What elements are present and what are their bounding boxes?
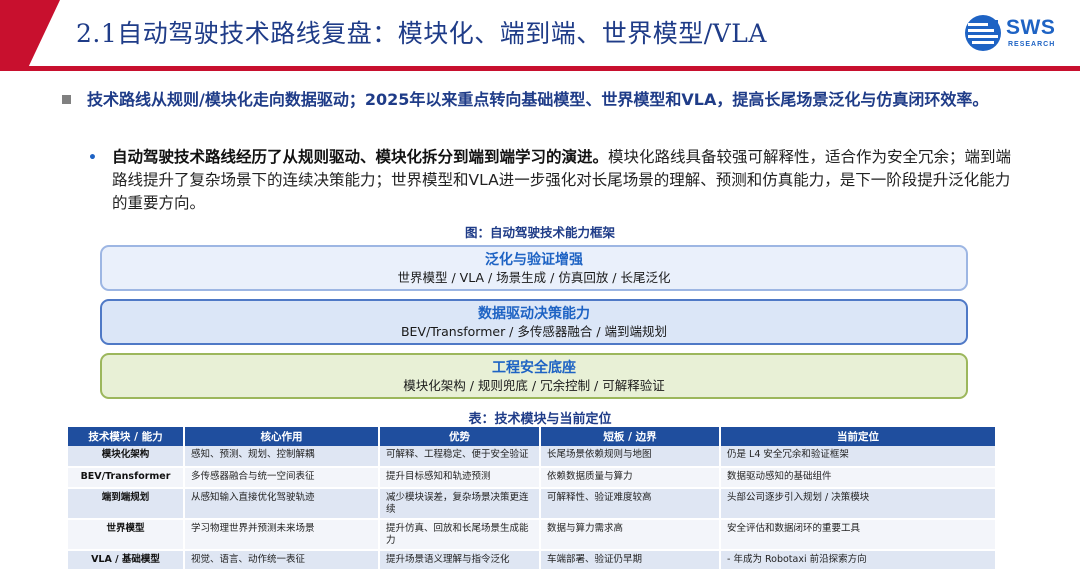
table-cell: 减少模块误差，复杂场景决策更连续 bbox=[379, 488, 541, 520]
table-cell: VLA / 基础模型 bbox=[68, 550, 185, 569]
main-bullet: 技术路线从规则/模块化走向数据驱动；2025年以来重点转向基础模型、世界模型和V… bbox=[62, 89, 1032, 111]
sws-logo-icon bbox=[965, 15, 1001, 51]
layer-description: 模块化架构 / 规则兜底 / 冗余控制 / 可解释验证 bbox=[403, 378, 665, 393]
table-cell: 提升目标感知和轨迹预测 bbox=[379, 467, 541, 489]
dot-bullet-icon: • bbox=[88, 150, 97, 166]
table-cell: 视觉、语言、动作统一表征 bbox=[184, 550, 380, 569]
table-row: VLA / 基础模型 视觉、语言、动作统一表征 提升场景语义理解与指令泛化 车端… bbox=[68, 550, 997, 569]
framework-layer-data-driven: 数据驱动决策能力 BEV/Transformer / 多传感器融合 / 端到端规… bbox=[100, 299, 968, 345]
layer-description: BEV/Transformer / 多传感器融合 / 端到端规划 bbox=[400, 324, 668, 339]
table-cell: 数据与算力需求高 bbox=[540, 519, 721, 551]
sub-bullet-bold: 自动驾驶技术路线经历了从规则驱动、模块化拆分到端到端学习的演进。 bbox=[112, 148, 609, 166]
table-row: 世界模型 学习物理世界并预测未来场景 提升仿真、回放和长尾场景生成能力 数据与算… bbox=[68, 519, 997, 551]
table-cell: 提升场景语义理解与指令泛化 bbox=[379, 550, 541, 569]
table-cell: 长尾场景依赖规则与地图 bbox=[540, 446, 721, 468]
table-cell: 多传感器融合与统一空间表征 bbox=[184, 467, 380, 489]
table-cell: 提升仿真、回放和长尾场景生成能力 bbox=[379, 519, 541, 551]
column-header: 技术模块 / 能力 bbox=[68, 427, 185, 446]
layer-title: 泛化与验证增强 bbox=[485, 252, 583, 268]
layer-title: 数据驱动决策能力 bbox=[478, 306, 590, 322]
tech-module-table: 技术模块 / 能力 核心作用 优势 短板 / 边界 当前定位 模块化架构 感知、… bbox=[68, 427, 997, 569]
framework-layer-generalization: 泛化与验证增强 世界模型 / VLA / 场景生成 / 仿真回放 / 长尾泛化 bbox=[100, 245, 968, 291]
table-cell: 学习物理世界并预测未来场景 bbox=[184, 519, 380, 551]
figure-caption: 图：自动驾驶技术能力框架 bbox=[464, 225, 615, 240]
table-row: 端到端规划 从感知输入直接优化驾驶轨迹 减少模块误差，复杂场景决策更连续 可解释… bbox=[68, 488, 997, 520]
table-cell: - 年成为 Robotaxi 前沿探索方向 bbox=[720, 550, 997, 569]
header-divider bbox=[0, 66, 1080, 71]
table-cell: 仍是 L4 安全冗余和验证框架 bbox=[720, 446, 997, 468]
header-red-accent bbox=[0, 0, 60, 70]
sws-logo: SWS RESEARCH bbox=[964, 12, 1064, 56]
table-cell: 车端部署、验证仍早期 bbox=[540, 550, 721, 569]
table-cell: 从感知输入直接优化驾驶轨迹 bbox=[184, 488, 380, 520]
column-header: 当前定位 bbox=[720, 427, 997, 446]
logo-subtext: RESEARCH bbox=[1008, 41, 1056, 48]
slide-header: 2.1自动驾驶技术路线复盘：模块化、端到端、世界模型/VLA SWS RESEA… bbox=[0, 0, 1080, 71]
framework-layer-engineering-safety: 工程安全底座 模块化架构 / 规则兜底 / 冗余控制 / 可解释验证 bbox=[100, 353, 968, 399]
column-header: 优势 bbox=[379, 427, 541, 446]
layer-description: 世界模型 / VLA / 场景生成 / 仿真回放 / 长尾泛化 bbox=[397, 270, 671, 285]
table-header-row: 技术模块 / 能力 核心作用 优势 短板 / 边界 当前定位 bbox=[68, 427, 997, 446]
table-cell: 头部公司逐步引入规划 / 决策模块 bbox=[720, 488, 997, 520]
table-cell: 世界模型 bbox=[68, 519, 185, 551]
table-cell: 感知、预测、规划、控制解耦 bbox=[184, 446, 380, 468]
table-cell: 可解释性、验证难度较高 bbox=[540, 488, 721, 520]
slide-title: 2.1自动驾驶技术路线复盘：模块化、端到端、世界模型/VLA bbox=[76, 19, 767, 48]
table-cell: 安全评估和数据闭环的重要工具 bbox=[720, 519, 997, 551]
table-cell: 数据驱动感知的基础组件 bbox=[720, 467, 997, 489]
table-row: BEV/Transformer 多传感器融合与统一空间表征 提升目标感知和轨迹预… bbox=[68, 467, 997, 489]
square-bullet-icon bbox=[62, 95, 71, 104]
layer-title: 工程安全底座 bbox=[492, 360, 576, 376]
table-cell: 可解释、工程稳定、便于安全验证 bbox=[379, 446, 541, 468]
column-header: 短板 / 边界 bbox=[540, 427, 721, 446]
sub-bullet-text: 自动驾驶技术路线经历了从规则驱动、模块化拆分到端到端学习的演进。模块化路线具备较… bbox=[112, 146, 1018, 215]
table-cell: 模块化架构 bbox=[68, 446, 185, 468]
sub-bullet: • 自动驾驶技术路线经历了从规则驱动、模块化拆分到端到端学习的演进。模块化路线具… bbox=[88, 146, 1018, 215]
main-bullet-text: 技术路线从规则/模块化走向数据驱动；2025年以来重点转向基础模型、世界模型和V… bbox=[87, 90, 989, 109]
table-cell: 依赖数据质量与算力 bbox=[540, 467, 721, 489]
table-caption: 表：技术模块与当前定位 bbox=[468, 412, 612, 427]
logo-text: SWS bbox=[1006, 16, 1056, 39]
table-row: 模块化架构 感知、预测、规划、控制解耦 可解释、工程稳定、便于安全验证 长尾场景… bbox=[68, 446, 997, 468]
table-cell: BEV/Transformer bbox=[68, 467, 185, 489]
table-cell: 端到端规划 bbox=[68, 488, 185, 520]
column-header: 核心作用 bbox=[184, 427, 380, 446]
